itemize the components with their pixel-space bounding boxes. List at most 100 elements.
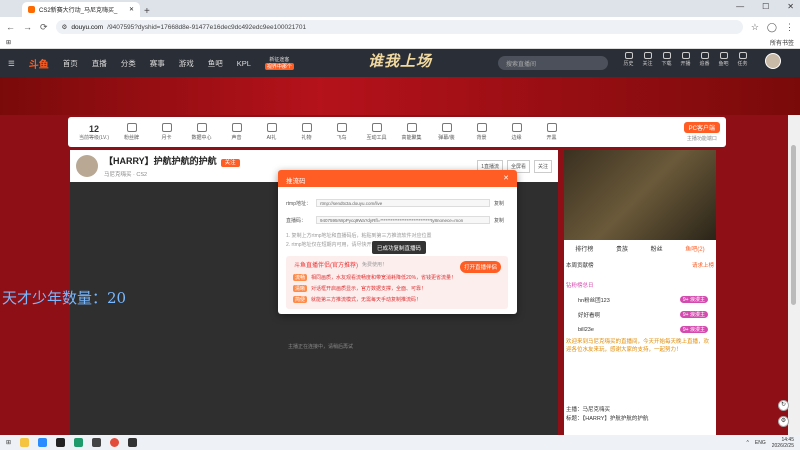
nav-yuba[interactable]: 鱼吧 [208,58,223,69]
history-icon[interactable]: 历史 [622,52,635,67]
site-info-icon[interactable]: ⚙ [62,23,68,31]
back-icon[interactable]: ← [6,22,15,32]
app-icon[interactable] [56,438,66,447]
tool-bg[interactable]: 背景 [464,123,499,141]
subscribe-button[interactable]: 关注 [533,159,552,173]
follow-button[interactable]: 关注 [220,159,240,167]
app-icon[interactable] [92,438,102,447]
feedback-icon[interactable]: ↻ [778,400,789,411]
forward-icon[interactable]: → [23,22,32,32]
reload-icon[interactable]: ⟳ [40,22,48,33]
browser-tab[interactable]: CS2新赛大行动_马尼克嗨买_ ✕ [22,2,140,17]
tool-danmu[interactable]: 弹幕/装 [429,123,464,141]
overlay-text: 天才少年数量：20 [2,289,127,307]
hot-promo[interactable]: 新征途客 视界中那个 [264,56,294,70]
key-row: 直播码： 9407595rWpPycq9Wa?dyRfl=***********… [286,216,504,224]
room-notice: 欢迎来到马尼克嗨买的直播间，今天开始每天晚上直播，欢迎各位水友来玩，感谢大家的支… [566,339,710,353]
pc-client[interactable]: PC客户端 主播功能端口 [683,122,720,142]
file-explorer-icon[interactable] [20,438,30,447]
modal-close-icon[interactable]: ✕ [503,174,509,182]
site-logo[interactable]: 斗鱼 [29,56,49,71]
copy-rtmp-button[interactable]: 复制 [494,200,504,207]
nav-kpl[interactable]: KPL [237,59,251,68]
nav-events[interactable]: 赛事 [150,58,165,69]
promo-title: 斗鱼直播伴侣(官方推荐) [294,263,358,269]
tool-sound[interactable]: 声音 [219,123,254,141]
app-icon[interactable] [74,438,84,447]
host-label: 主播：马尼克嗨买 [566,407,611,413]
star-icon[interactable]: ☆ [751,22,759,33]
nav-live[interactable]: 直播 [92,58,107,69]
tab-noble[interactable]: 贵族 [616,244,628,256]
window-controls: — ☐ ✕ [736,2,794,11]
request-rank-link[interactable]: 请求上榜 [692,261,714,269]
yuba-icon[interactable]: 鱼吧 [717,52,730,67]
menu-icon[interactable]: ⋮ [785,22,794,33]
app-icon[interactable] [128,438,138,447]
url-path: /9407595?dyshid=17668d8e-91477e16dec9dc4… [107,23,307,31]
rank-item[interactable]: hn粉丝团123 9+ 浪漫主 [578,294,708,305]
date: 2026/2/25 [771,442,794,449]
new-tab-button[interactable]: + [144,6,150,17]
rank-item[interactable]: bill23e 9+ 浪漫主 [578,324,708,335]
nav-home[interactable]: 首页 [63,58,78,69]
sidebar-tabs: 排行榜 贵族 粉丝 鱼吧(2) [564,244,716,256]
pc-client-button[interactable]: PC客户端 [683,122,720,133]
tool-data[interactable]: 数据中心 [184,123,219,141]
chrome-icon[interactable] [110,438,120,447]
tool-gather[interactable]: 高能聚集 [394,123,429,141]
url-domain: douyu.com [71,23,104,31]
broadcast-icon[interactable]: 开播 [679,52,692,67]
user-avatar[interactable] [765,53,781,69]
settings-icon[interactable]: ⚙ [778,416,789,427]
hamburger-icon[interactable]: ☰ [8,59,15,68]
tab-fans[interactable]: 粉丝 [651,244,663,256]
tool-bird[interactable]: 飞鸟 [324,123,359,141]
tool-edge[interactable]: 边缘 [499,123,534,141]
url-field[interactable]: ⚙ douyu.com/9407595?dyshid=17668d8e-9147… [55,20,743,34]
hot-promo-title: 新征途客 [269,57,290,63]
page-scrollbar[interactable] [788,115,800,435]
anchor-avatar[interactable] [76,155,98,177]
tool-fanbadge[interactable]: 粉丝牌 [114,123,149,141]
tip-1: 1. 复制上方rtmp地址和直播码后，粘贴到第三方推流软件对应位置 [286,233,432,239]
all-bookmarks[interactable]: 所有书签 [770,38,794,47]
copy-key-button[interactable]: 复制 [494,217,504,224]
tab-ranking[interactable]: 排行榜 [575,244,593,256]
follow-icon[interactable]: 关注 [641,52,654,67]
clock[interactable]: 14:45 2026/2/25 [772,437,794,449]
open-companion-button[interactable]: 打开直播伴侣 [460,261,502,273]
task-icon[interactable]: 任务 [736,52,749,67]
tool-ai[interactable]: AI礼 [254,123,289,141]
rtmp-field[interactable]: rtmp://sendtx3a.douyu.com/live [316,199,490,207]
tool-team[interactable]: 开黑 [534,123,569,141]
start-icon[interactable]: ⊞ [6,439,11,446]
download-icon[interactable]: 下载 [660,52,673,67]
search-input[interactable]: 搜索直播间 [498,56,608,70]
stream-key-field[interactable]: 9407595rWpPycq9Wa?dyRfl=****************… [316,216,490,224]
profile-icon[interactable]: ◯ [767,22,777,33]
promo-line: 简便 就能第三方推流模式，无需每天手动复制推流码！ [293,296,422,303]
tool-interact[interactable]: 互动工具 [359,123,394,141]
nav-games[interactable]: 游戏 [179,58,194,69]
side-video-preview[interactable] [564,150,716,240]
tray-arrow-icon[interactable]: ^ [747,440,749,446]
nav-category[interactable]: 分类 [121,58,136,69]
app-icon[interactable] [38,438,48,447]
promo-free: 免费使用！ [362,262,388,268]
apps-icon[interactable]: ⊞ [6,39,11,46]
tab-yuba[interactable]: 鱼吧(2) [685,244,704,256]
tool-monthcard[interactable]: 月卡 [149,123,184,141]
rank-item[interactable]: 好好看啊 9+ 浪漫主 [578,309,708,320]
tool-gift[interactable]: 礼物 [289,123,324,141]
minimize-button[interactable]: — [736,2,744,11]
weekly-contribution-label: 本周贡献榜 [566,263,594,269]
level-indicator[interactable]: 12 当前等级(LV.) [74,124,114,141]
maximize-button[interactable]: ☐ [762,2,769,11]
bookmarks-bar: ⊞ 所有书签 [0,37,800,49]
close-window-button[interactable]: ✕ [787,2,794,11]
anime-icon[interactable]: 追番 [698,52,711,67]
room-sub: 马尼克嗨买 · CS2 [104,172,148,178]
close-tab-icon[interactable]: ✕ [129,6,134,13]
lang-indicator[interactable]: ENG [755,440,766,446]
